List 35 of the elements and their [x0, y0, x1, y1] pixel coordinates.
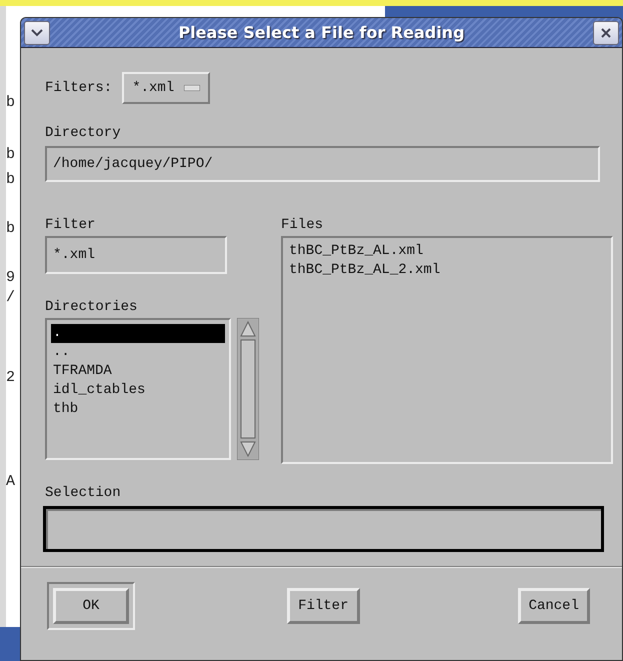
dialog-button[interactable]: Filter — [287, 588, 360, 624]
option-indicator-icon — [184, 85, 200, 91]
scrollbar[interactable] — [237, 318, 259, 460]
window-menu-button[interactable] — [24, 20, 50, 44]
directory-item[interactable]: thb — [51, 400, 225, 419]
window-text: b — [6, 221, 16, 237]
close-icon — [601, 28, 611, 38]
close-button[interactable] — [593, 20, 619, 44]
directory-item[interactable]: TFRAMDA — [51, 362, 225, 381]
window-text: / — [6, 290, 16, 306]
filter-label: Filter — [45, 216, 96, 234]
directory-field[interactable]: /home/jacquey/PIPO/ — [45, 146, 600, 182]
window-title: Please Select a File for Reading — [177, 23, 466, 42]
directories-label: Directories — [45, 298, 138, 316]
file-item[interactable]: thBC_PtBz_AL.xml — [287, 242, 607, 261]
window-text: b — [6, 172, 16, 188]
chevron-icon — [31, 28, 43, 36]
directory-label: Directory — [45, 124, 122, 142]
window-text: b — [6, 147, 16, 163]
selection-field[interactable] — [43, 506, 604, 552]
dialog-button[interactable]: Cancel — [518, 588, 590, 624]
selection-label: Selection — [45, 484, 122, 502]
filter-field[interactable]: *.xml — [45, 236, 227, 274]
filters-option-menu[interactable]: *.xml — [122, 72, 210, 104]
dialog-button[interactable]: OK — [47, 582, 135, 630]
files-label: Files — [281, 216, 324, 234]
directory-item[interactable]: idl_ctables — [51, 381, 225, 400]
directory-item[interactable]: . — [51, 324, 225, 343]
window-text: b — [6, 95, 16, 111]
file-item[interactable]: thBC_PtBz_AL_2.xml — [287, 261, 607, 280]
window-text: 9 — [6, 270, 16, 286]
window-text: 2 — [6, 370, 16, 386]
directory-item[interactable]: .. — [51, 343, 225, 362]
filters-label: Filters: — [45, 79, 112, 97]
window-text: A — [6, 474, 16, 490]
